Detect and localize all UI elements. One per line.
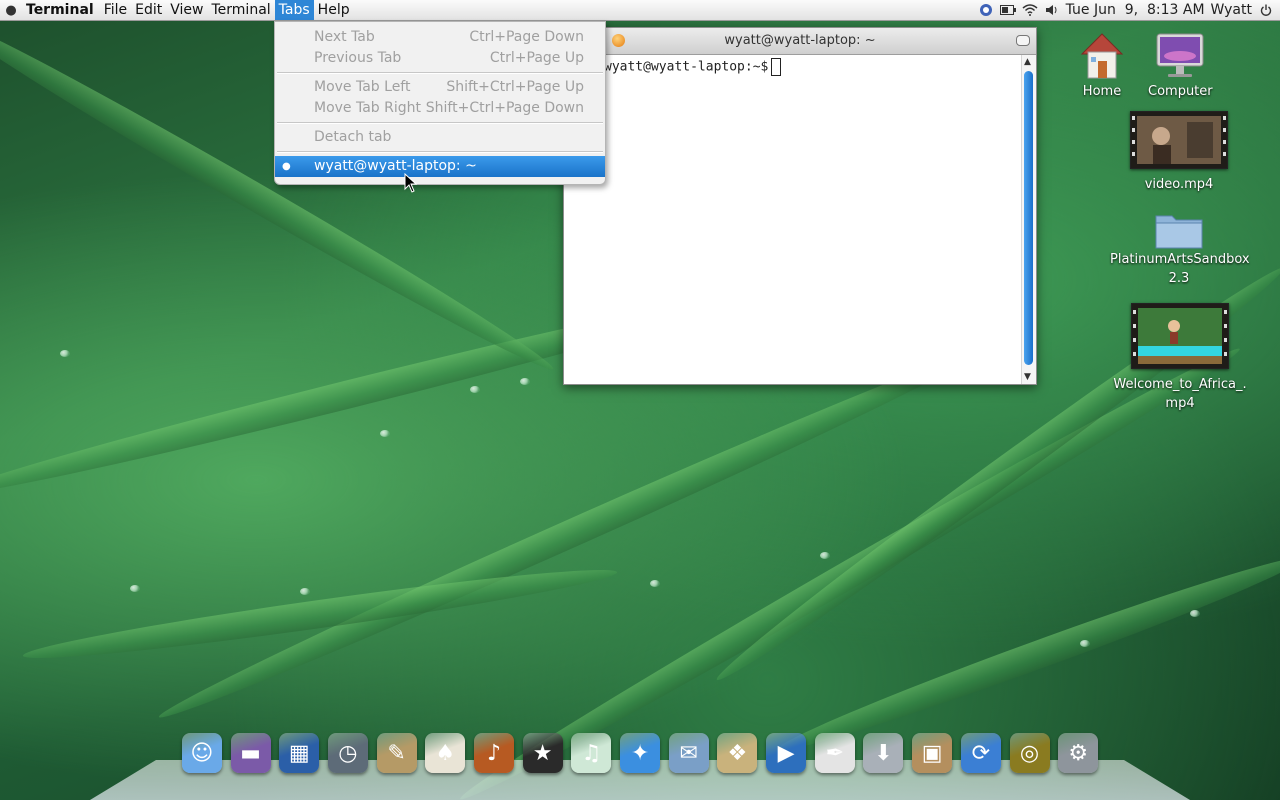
shade-icon[interactable] (1016, 35, 1030, 46)
terminal-window[interactable]: wyatt@wyatt-laptop: ~ wyatt@wyatt-laptop… (563, 27, 1037, 385)
gear-icon: ⚙ (1058, 733, 1099, 773)
folder-icon (1155, 215, 1203, 249)
desktop-icon-platinumartssandbox[interactable]: PlatinumArtsSandbox 2.3 (1110, 210, 1250, 288)
apple-menu-icon[interactable]: ● (0, 3, 22, 18)
desktop-icon: ▬ (230, 733, 271, 773)
time-machine-icon: ◷ (327, 733, 368, 773)
dock-item-finder[interactable]: ☺ (178, 730, 226, 776)
battery-icon[interactable] (999, 3, 1016, 17)
computer-icon (1156, 33, 1204, 77)
dock-item-imovie[interactable]: ★ (519, 730, 567, 776)
dashboard-icon: ▦ (279, 733, 320, 773)
guitar-icon: ♪ (473, 733, 514, 773)
clapper-icon: ▶ (766, 733, 807, 773)
dock-item-time-machine[interactable]: ◷ (324, 730, 372, 776)
dock-item-solitaire[interactable]: ♠ (421, 730, 469, 776)
menu-item-move-tab-left[interactable]: Move Tab Left Shift+Ctrl+Page Up (275, 77, 605, 98)
tabs-dropdown-menu: Next Tab Ctrl+Page Down Previous Tab Ctr… (274, 21, 606, 185)
scroll-down-icon[interactable]: ▼ (1024, 372, 1031, 382)
radar-icon: ◎ (1009, 733, 1050, 773)
maximize-icon[interactable] (612, 34, 625, 47)
menu-item-next-tab[interactable]: Next Tab Ctrl+Page Down (275, 27, 605, 48)
network-manager-icon[interactable] (978, 3, 994, 17)
finder-icon: ☺ (181, 733, 222, 773)
menu-help[interactable]: Help (314, 0, 354, 20)
dock-item-safari[interactable]: ✦ (616, 730, 664, 776)
menu-item-previous-tab[interactable]: Previous Tab Ctrl+Page Up (275, 48, 605, 69)
music-disc-icon: ♫ (571, 733, 612, 773)
wifi-icon[interactable] (1022, 3, 1038, 17)
user-menu[interactable]: Wyatt (1211, 2, 1252, 18)
top-menubar: ● Terminal File Edit View Terminal Tabs … (0, 0, 1280, 21)
volume-icon[interactable] (1044, 3, 1060, 17)
app-menu[interactable]: Terminal (22, 0, 100, 20)
dock-item-itunes[interactable]: ♫ (568, 730, 616, 776)
window-titlebar[interactable]: wyatt@wyatt-laptop: ~ (564, 28, 1036, 55)
menu-separator (277, 151, 603, 153)
window-title: wyatt@wyatt-laptop: ~ (724, 33, 876, 48)
dock-item-package-installer[interactable]: ▣ (908, 730, 956, 776)
mail-icon: ✉ (668, 733, 709, 773)
dock-item-text-editor[interactable]: ✒ (811, 730, 859, 776)
download-icon: ⬇ (863, 733, 904, 773)
clock[interactable]: Tue Jun 9, 8:13 AM (1066, 2, 1205, 18)
compass-icon: ✦ (620, 733, 661, 773)
desktop-icon-home[interactable]: Home (1070, 30, 1134, 102)
desktop-icon-welcome-to-africa[interactable]: Welcome_to_Africa_.mp4 (1110, 303, 1250, 413)
menu-separator (277, 122, 603, 124)
menu-view[interactable]: View (166, 0, 207, 20)
radio-bullet-icon: ● (282, 161, 291, 172)
dock-item-dvd-player[interactable]: ▶ (762, 730, 810, 776)
text-cursor (771, 58, 782, 76)
dock-item-gimp[interactable]: ✎ (373, 730, 421, 776)
terminal-output[interactable]: wyatt@wyatt-laptop:~$ (564, 55, 1022, 384)
dock-item-mail[interactable]: ✉ (665, 730, 713, 776)
dock-item-downloads[interactable]: ⬇ (860, 730, 908, 776)
package-icon: ▣ (912, 733, 953, 773)
menu-terminal[interactable]: Terminal (208, 0, 275, 20)
dock-item-garageband[interactable]: ♪ (470, 730, 518, 776)
mouse-pointer-icon (404, 173, 418, 193)
dock: ☺ ▬ ▦ ◷ ✎ ♠ ♪ ★ ♫ ✦ ✉ ❖ ▶ ✒ ⬇ ▣ ⟳ ◎ ⚙ (178, 730, 1102, 780)
menu-tabs[interactable]: Tabs (274, 0, 314, 20)
menu-item-detach-tab[interactable]: Detach tab (275, 127, 605, 148)
video-thumbnail (1131, 303, 1229, 369)
desktop-icon-video-mp4[interactable]: video.mp4 (1120, 111, 1238, 195)
gimp-icon: ✎ (376, 733, 417, 773)
dock-item-dashboard[interactable]: ▦ (275, 730, 323, 776)
menu-edit[interactable]: Edit (131, 0, 166, 20)
menu-separator (277, 72, 603, 74)
menu-file[interactable]: File (100, 0, 131, 20)
scroll-up-icon[interactable]: ▲ (1024, 57, 1031, 67)
pen-icon: ✒ (814, 733, 855, 773)
dock-item-sync[interactable]: ⟳ (957, 730, 1005, 776)
desktop-icon-computer[interactable]: Computer (1148, 30, 1213, 102)
terminal-line: wyatt@wyatt-laptop:~$ (604, 58, 782, 76)
menu-item-move-tab-right[interactable]: Move Tab Right Shift+Ctrl+Page Down (275, 98, 605, 119)
dock-item-iphoto[interactable]: ❖ (714, 730, 762, 776)
dock-item-system-preferences[interactable]: ⚙ (1054, 730, 1102, 776)
menu-item-tab-wyatt-laptop[interactable]: ● wyatt@wyatt-laptop: ~ (275, 156, 605, 177)
power-icon[interactable] (1258, 3, 1274, 17)
star-icon: ★ (522, 733, 563, 773)
dock-item-front-row[interactable]: ▬ (227, 730, 275, 776)
cards-icon: ♠ (425, 733, 466, 773)
vertical-scrollbar[interactable]: ▲ ▼ (1021, 55, 1036, 384)
sync-icon: ⟳ (960, 733, 1001, 773)
system-tray: Tue Jun 9, 8:13 AM Wyatt (978, 0, 1280, 20)
dock-item-radar[interactable]: ◎ (1006, 730, 1054, 776)
scrollbar-thumb[interactable] (1024, 71, 1033, 365)
photos-icon: ❖ (717, 733, 758, 773)
video-thumbnail (1130, 111, 1228, 169)
home-icon (1080, 33, 1124, 79)
terminal-prompt: wyatt@wyatt-laptop:~$ (604, 59, 769, 75)
